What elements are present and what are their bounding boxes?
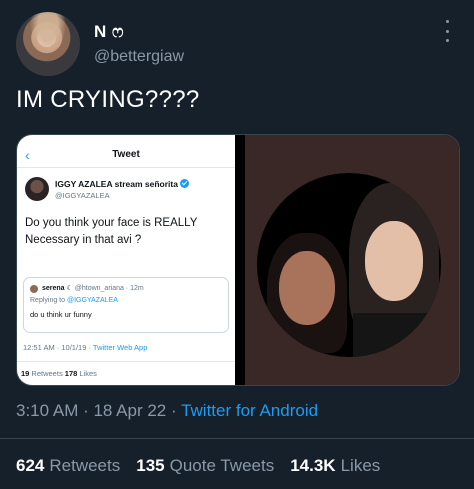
tweet-media[interactable]: Tweet ‹ IGGY AZALEA stream señorita @IGG… [16, 134, 460, 386]
verified-icon [179, 179, 189, 188]
divider [17, 361, 235, 362]
retweets-stat[interactable]: 624 Retweets [16, 456, 120, 476]
tweet-text: IM CRYING???? [16, 86, 200, 113]
quote-tweets-count: 135 [136, 456, 165, 475]
screenshot-likes-count: 178 [64, 369, 78, 378]
screenshot-header-title: Tweet [112, 149, 140, 160]
likes-stat[interactable]: 14.3K Likes [290, 456, 380, 476]
replying-to-handle: @IGGYAZALEA [66, 297, 118, 304]
tweet-source-link[interactable]: Twitter for Android [181, 401, 318, 420]
screenshot-tweet-text: Do you think your face is REALLY Necessa… [25, 217, 198, 246]
tweet-timestamp[interactable]: 3:10 AM · 18 Apr 22 · [16, 401, 181, 420]
divider [0, 438, 474, 439]
reply-text: do u think ur funny [30, 310, 92, 319]
screenshot-author-name: IGGY AZALEA stream señorita [55, 179, 178, 189]
screenshot-author-handle: @IGGYAZALEA [55, 191, 110, 200]
quote-tweets-label: Quote Tweets [169, 456, 275, 475]
retweets-count: 624 [16, 456, 45, 475]
circular-photo [257, 173, 441, 357]
screenshot-source: Twitter Web App [92, 343, 148, 352]
screenshot-stats: 19 Retweets 178 Likes [21, 369, 97, 378]
tweet-stats: 624 Retweets 135 Quote Tweets 14.3K Likes [16, 456, 380, 476]
screenshot-likes-label: Likes [77, 369, 97, 378]
author-handle[interactable]: @bettergiaw [94, 48, 184, 66]
author-display-name[interactable]: N ෆ [94, 22, 124, 42]
chevron-left-icon: ‹ [25, 147, 30, 163]
more-options-icon[interactable] [442, 20, 452, 42]
divider [17, 167, 235, 168]
replying-to-prefix: Replying to [30, 297, 67, 304]
likes-label: Likes [340, 456, 381, 475]
avatar-image [16, 12, 80, 76]
screenshot-quoted-reply: serena ☾ @htown_ariana · 12m Replying to… [23, 277, 229, 333]
screenshot-retweets-label: Retweets [29, 369, 65, 378]
reply-avatar [30, 285, 38, 293]
author-avatar[interactable] [16, 12, 80, 76]
screenshot-avatar [25, 177, 49, 201]
media-screenshot[interactable]: Tweet ‹ IGGY AZALEA stream señorita @IGG… [17, 135, 235, 385]
media-photo[interactable] [245, 135, 459, 385]
retweets-label: Retweets [49, 456, 121, 475]
reply-author-name: serena ☾ [42, 285, 73, 292]
screenshot-timestamp: 12:51 AM · 10/1/19 · [23, 343, 93, 352]
quote-tweets-stat[interactable]: 135 Quote Tweets [136, 456, 274, 476]
reply-meta: @htown_ariana · 12m [74, 285, 144, 292]
likes-count: 14.3K [290, 456, 336, 475]
